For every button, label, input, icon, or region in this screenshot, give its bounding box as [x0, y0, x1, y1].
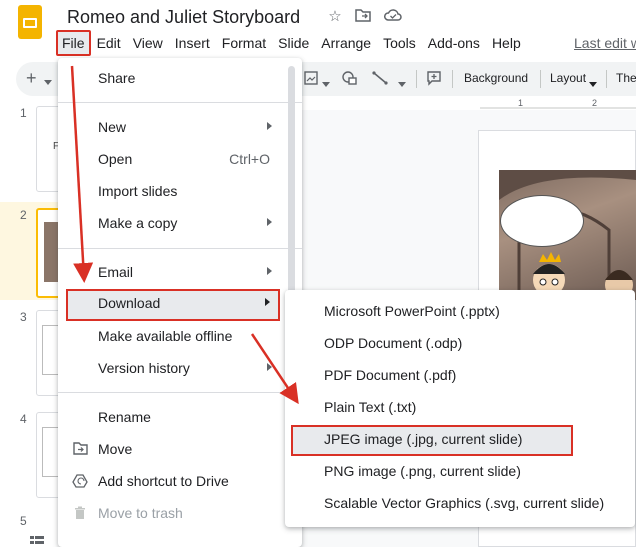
star-icon[interactable]: ☆	[326, 8, 344, 26]
menu-item-share[interactable]: Share	[58, 64, 302, 94]
slides-window: { "app": { "title": "Romeo and Juliet St…	[0, 0, 636, 547]
slide-number: 1	[20, 106, 27, 120]
download-png[interactable]: PNG image (.png, current slide)	[285, 457, 635, 487]
menu-item-add-shortcut-to-drive[interactable]: Add shortcut to Drive	[58, 467, 302, 497]
theme-button[interactable]: The	[616, 71, 636, 85]
new-slide-dropdown-icon[interactable]	[44, 74, 52, 88]
menu-help[interactable]: Help	[486, 31, 527, 55]
download-svg[interactable]: Scalable Vector Graphics (.svg, current …	[285, 489, 635, 519]
menu-add-ons[interactable]: Add-ons	[422, 31, 486, 55]
background-button[interactable]: Background	[464, 71, 528, 85]
move-icon	[72, 442, 88, 458]
download-pdf[interactable]: PDF Document (.pdf)	[285, 361, 635, 391]
trash-icon	[72, 506, 88, 522]
download-submenu: Microsoft PowerPoint (.pptx) ODP Documen…	[285, 290, 635, 527]
move-to-folder-icon[interactable]	[354, 8, 372, 26]
line-dropdown-icon[interactable]	[398, 76, 406, 90]
download-txt[interactable]: Plain Text (.txt)	[285, 393, 635, 423]
cloud-status-icon[interactable]	[384, 8, 402, 26]
layout-button[interactable]: Layout	[550, 71, 586, 85]
add-comment-icon[interactable]	[426, 70, 442, 89]
menu-divider	[58, 392, 302, 393]
submenu-arrow-icon	[267, 122, 272, 130]
menu-item-rename[interactable]: Rename	[58, 403, 302, 433]
menu-scrollbar[interactable]	[288, 66, 295, 296]
slide-number: 4	[20, 412, 27, 426]
speech-bubble[interactable]	[500, 195, 584, 247]
submenu-arrow-icon	[267, 267, 272, 275]
menu-item-open[interactable]: Open Ctrl+O	[58, 145, 302, 175]
menu-item-new[interactable]: New	[58, 113, 302, 143]
shortcut-text: Ctrl+O	[229, 151, 270, 167]
menu-item-move-to-trash[interactable]: Move to trash	[58, 499, 302, 529]
menu-edit[interactable]: Edit	[91, 31, 127, 55]
menu-item-email[interactable]: Email	[58, 258, 302, 288]
image-icon[interactable]	[304, 71, 318, 88]
menu-bar: File Edit View Insert Format Slide Arran…	[56, 30, 527, 56]
menu-tools[interactable]: Tools	[377, 31, 422, 55]
drive-shortcut-icon	[72, 474, 88, 490]
menu-divider	[58, 248, 302, 249]
menu-item-make-available-offline[interactable]: Make available offline	[58, 322, 302, 352]
slide-number: 2	[20, 208, 27, 222]
menu-item-import-slides[interactable]: Import slides	[58, 177, 302, 207]
submenu-arrow-icon	[265, 298, 270, 306]
menu-item-version-history[interactable]: Version history	[58, 354, 302, 384]
menu-item-move[interactable]: Move	[58, 435, 302, 465]
download-odp[interactable]: ODP Document (.odp)	[285, 329, 635, 359]
menu-format[interactable]: Format	[216, 31, 272, 55]
file-menu: Share New Open Ctrl+O Import slides Make…	[58, 58, 302, 547]
ruler-mark: 2	[592, 98, 598, 108]
ruler-mark: 1	[518, 98, 524, 108]
submenu-arrow-icon	[267, 218, 272, 226]
toolbar-divider	[540, 70, 541, 88]
slide-number: 3	[20, 310, 27, 324]
layout-dropdown-icon[interactable]	[589, 76, 597, 90]
toolbar-divider	[452, 70, 453, 88]
ruler: 1 2	[480, 98, 636, 110]
menu-divider	[58, 102, 302, 103]
menu-slide[interactable]: Slide	[272, 31, 315, 55]
menu-view[interactable]: View	[127, 31, 169, 55]
menu-arrange[interactable]: Arrange	[315, 31, 377, 55]
last-edit-link[interactable]: Last edit w	[574, 35, 636, 51]
download-jpeg[interactable]: JPEG image (.jpg, current slide)	[291, 425, 573, 456]
grid-view-icon[interactable]	[30, 536, 44, 547]
submenu-arrow-icon	[267, 363, 272, 371]
new-slide-button[interactable]: +	[26, 68, 37, 89]
toolbar-divider	[606, 70, 607, 88]
document-title[interactable]: Romeo and Juliet Storyboard	[67, 7, 300, 28]
menu-file[interactable]: File	[56, 30, 91, 56]
toolbar-divider	[416, 70, 417, 88]
line-icon[interactable]	[372, 71, 388, 88]
shape-icon[interactable]	[342, 71, 358, 88]
slides-logo-icon[interactable]	[18, 5, 42, 39]
download-pptx[interactable]: Microsoft PowerPoint (.pptx)	[285, 297, 635, 327]
image-dropdown-icon[interactable]	[322, 76, 330, 90]
slide-number: 5	[20, 514, 27, 528]
menu-item-make-a-copy[interactable]: Make a copy	[58, 209, 302, 239]
menu-insert[interactable]: Insert	[169, 31, 216, 55]
menu-item-download[interactable]: Download	[66, 289, 280, 321]
